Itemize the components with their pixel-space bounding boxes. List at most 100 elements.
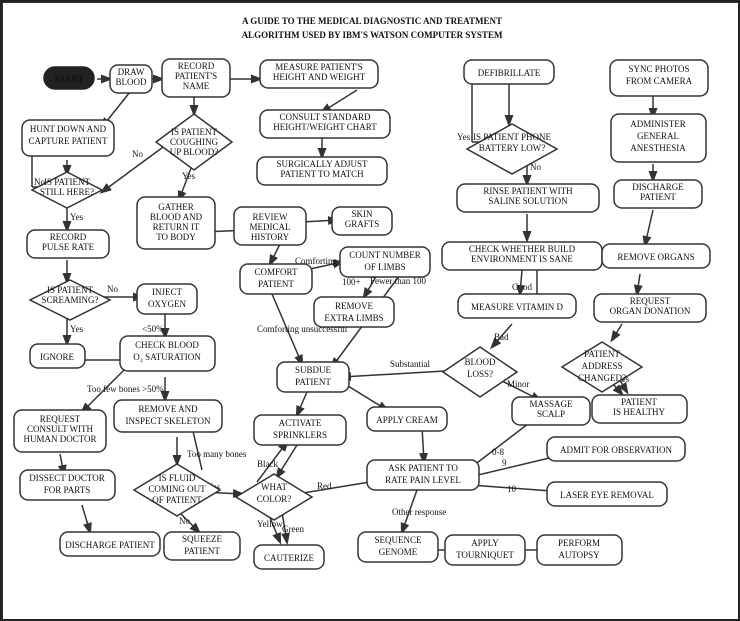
massage-l2: SCALP	[537, 409, 565, 419]
discharge-top-l2: PATIENT	[640, 192, 676, 202]
label-battery-yes: Yes	[457, 132, 471, 142]
cauterize-label: CAUTERIZE	[264, 553, 314, 563]
address-l3: CHANGED?	[578, 373, 626, 383]
label-50pct: <50%	[142, 324, 164, 334]
fluid-l3: OF PATIENT	[152, 495, 202, 505]
consult-h-l2: CONSULT WITH	[27, 424, 94, 434]
skin-l1: SKIN	[351, 209, 373, 219]
title-line2: ALGORITHM USED BY IBM'S WATSON COMPUTER …	[242, 30, 503, 40]
here-l2: STILL HERE?	[40, 187, 94, 197]
address-l2: ADDRESS	[581, 361, 622, 371]
pulse-l1: RECORD	[50, 232, 87, 242]
battery-l2: BATTERY LOW?	[479, 143, 545, 153]
discharge-b-label: DISCHARGE PATIENT	[65, 540, 155, 550]
organ-donate-l1: REQUEST	[630, 296, 671, 306]
coughing-l3: UP BLOOD?	[170, 147, 218, 157]
label-100plus: 100+	[342, 277, 361, 287]
genome-l1: SEQUENCE	[375, 535, 423, 545]
label-black: Black	[257, 459, 278, 469]
sync-l1: SYNC PHOTOS	[628, 64, 689, 74]
anesthesia-l3: ANESTHESIA	[630, 143, 686, 153]
address-l1: PATIENT	[584, 349, 620, 359]
squeeze-l1: SQUEEZE	[182, 534, 222, 544]
flowchart-svg: A GUIDE TO THE MEDICAL DIAGNOSTIC AND TR…	[2, 2, 740, 621]
label-other: Other response	[392, 507, 446, 517]
label-no-cough: No	[132, 149, 143, 159]
label-9: 9	[502, 458, 507, 468]
label-good: Good	[512, 282, 532, 292]
discharge-top-l1: DISCHARGE	[632, 182, 684, 192]
dissect-l1: DISSECT DOCTOR	[29, 473, 104, 483]
autopsy-l2: AUTOPSY	[558, 550, 600, 560]
label-fluid-no: No	[179, 516, 190, 526]
label-yellow: Yellow	[257, 519, 283, 529]
main-container: A GUIDE TO THE MEDICAL DIAGNOSTIC AND TR…	[0, 0, 740, 621]
record-name-l2: PATIENT'S	[175, 71, 217, 81]
squeeze-l2: PATIENT	[184, 546, 220, 556]
autopsy-l1: PERFORM	[558, 538, 600, 548]
review-l1: REVIEW	[253, 212, 288, 222]
genome-l2: GENOME	[379, 547, 418, 557]
consult-h-l1: REQUEST	[40, 414, 81, 424]
admit-label: ADMIT FOR OBSERVATION	[560, 445, 672, 455]
record-name-l1: RECORD	[178, 61, 215, 71]
label-10: 10	[507, 484, 517, 494]
label-green: Green	[282, 524, 304, 534]
subdue-l2: PATIENT	[295, 377, 331, 387]
gather-l3: RETURN IT	[153, 222, 200, 232]
ignore-label: IGNORE	[40, 352, 74, 362]
defib-label: DEFIBRILLATE	[478, 68, 541, 78]
label-substantial: Substantial	[390, 359, 430, 369]
label-yes: Yes	[70, 212, 84, 222]
skeleton-l2: INSPECT SKELETON	[126, 416, 211, 426]
title-line1: A GUIDE TO THE MEDICAL DIAGNOSTIC AND TR…	[242, 16, 502, 26]
label-toofew: Too few bones	[87, 384, 140, 394]
measure-l1: MEASURE PATIENT'S	[275, 62, 363, 72]
massage-l1: MASSAGE	[529, 399, 573, 409]
o2-l1: CHECK BLOOD	[135, 340, 199, 350]
hunt-l2: CAPTURE PATIENT	[29, 136, 108, 146]
blood-loss-l2: LOSS?	[467, 369, 493, 379]
sprinklers-l1: ACTIVATE	[279, 418, 322, 428]
coughing-l2: COUGHING	[170, 137, 218, 147]
fluid-l2: COMING OUT	[148, 484, 206, 494]
start-label: START	[54, 74, 83, 84]
fluid-l1: IS FLUID	[159, 473, 196, 483]
dissect-l2: FOR PARTS	[44, 485, 90, 495]
anesthesia-l1: ADMINISTER	[630, 119, 686, 129]
check-build-l2: ENVIRONMENT IS SANE	[471, 254, 573, 264]
check-build-l1: CHECK WHETHER BUILD	[469, 244, 576, 254]
label-no-scream: No	[107, 284, 118, 294]
surgical-l1: SURGICALLY ADJUST	[276, 159, 368, 169]
screaming-l1: IS PATIENT	[47, 285, 93, 295]
remove-organs-label: REMOVE ORGANS	[617, 252, 694, 262]
organ-donate-l2: ORGAN DONATION	[610, 306, 691, 316]
gather-l2: BLOOD AND	[150, 212, 203, 222]
record-name-l3: NAME	[183, 81, 210, 91]
rinse-l2: SALINE SOLUTION	[488, 196, 568, 206]
healthy-l2: IS HEALTHY	[613, 407, 665, 417]
tourniquet-l2: TOURNIQUET	[456, 550, 514, 560]
draw-blood-label: DRAW	[118, 67, 145, 77]
label-yes-scream: Yes	[70, 324, 84, 334]
consult-h-l3: HUMAN DOCTOR	[23, 434, 96, 444]
skin-l2: GRAFTS	[345, 219, 380, 229]
tourniquet-l1: APPLY	[471, 538, 499, 548]
o2-l2: O₂ SATURATION	[133, 352, 201, 362]
pain-l2: RATE PAIN LEVEL	[385, 475, 461, 485]
extra-l1: REMOVE	[335, 301, 374, 311]
inject-l1: INJECT	[152, 287, 182, 297]
count-l2: OF LIMBS	[364, 262, 405, 272]
here-l1: IS PATIENT	[44, 177, 90, 187]
pain-l1: ASK PATIENT TO	[388, 463, 458, 473]
rinse-l1: RINSE PATIENT WITH	[483, 186, 573, 196]
laser-label: LASER EYE REMOVAL	[560, 490, 654, 500]
color-l1: WHAT	[261, 482, 287, 492]
pulse-l2: PULSE RATE	[42, 242, 95, 252]
label-0-8: 0-8	[492, 447, 504, 457]
anesthesia-l2: GENERAL	[637, 131, 679, 141]
label-toomany: Too many bones	[187, 449, 247, 459]
healthy-l1: PATIENT	[621, 397, 657, 407]
gather-l4: TO BODY	[156, 232, 196, 242]
subdue-l1: SUBDUE	[295, 365, 332, 375]
